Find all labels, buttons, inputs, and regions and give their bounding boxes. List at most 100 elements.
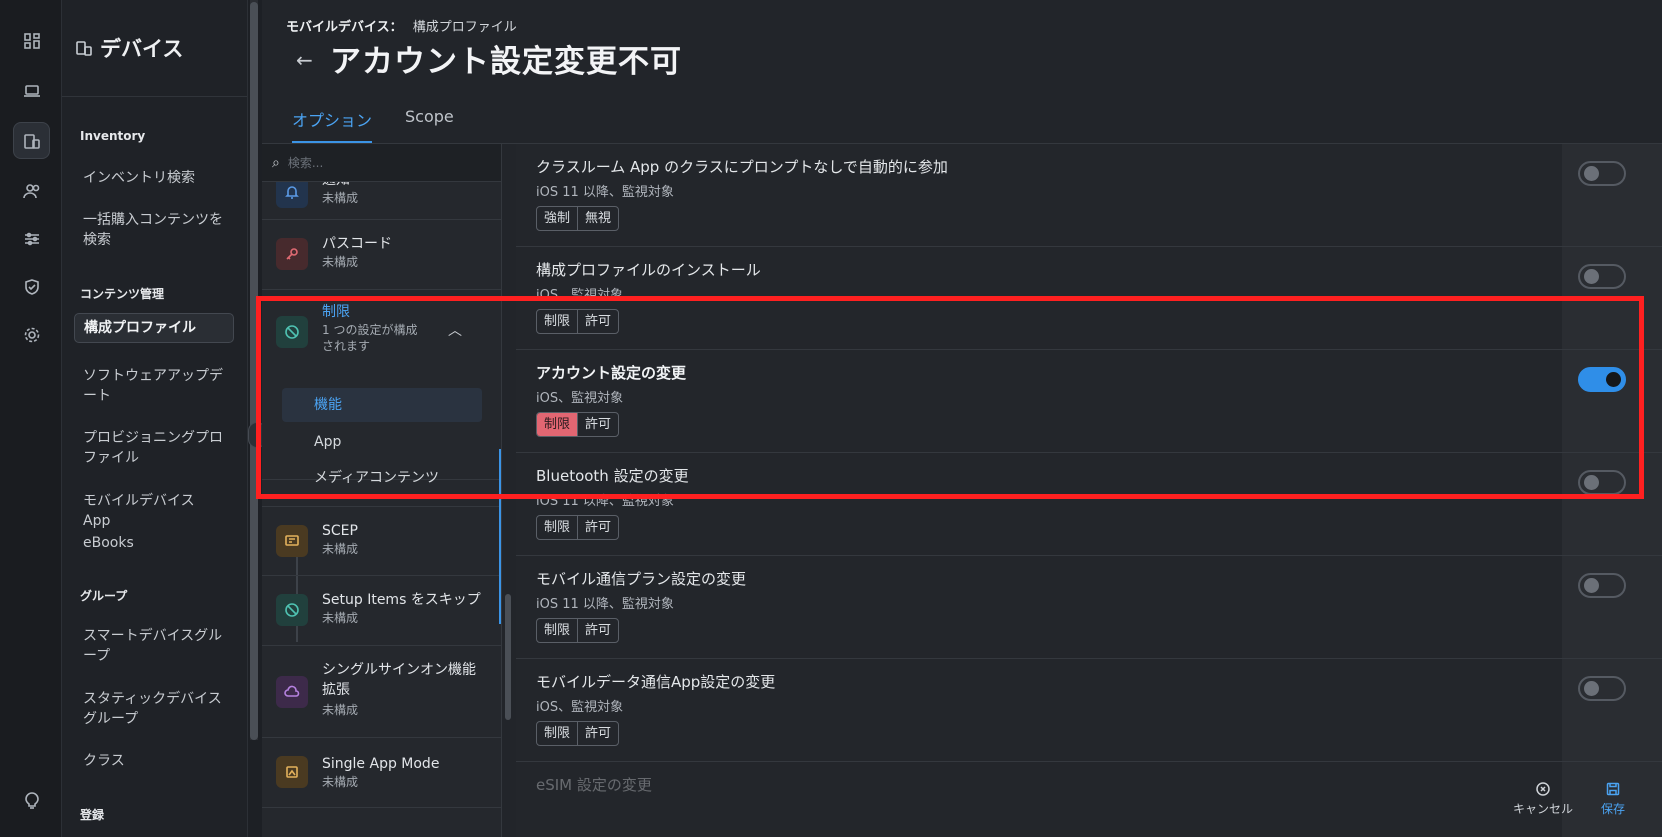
setting-row: モバイルデータ通信App設定の変更 iOS、監視対象 制限 許可 [516, 659, 1662, 762]
setting-row: モバイル通信プラン設定の変更 iOS 11 以降、監視対象 制限 許可 [516, 556, 1662, 659]
nav-item-config-profiles[interactable]: 構成プロファイル [74, 313, 234, 343]
segment-option-b[interactable]: 無視 [577, 207, 618, 230]
close-circle-icon [1536, 782, 1550, 796]
cancel-button[interactable]: キャンセル [1508, 782, 1578, 817]
nav-item-classes[interactable]: クラス [74, 747, 234, 775]
payload-scrollbar-thumb[interactable] [505, 594, 511, 720]
segment-option-b[interactable]: 許可 [577, 516, 618, 539]
setting-subtitle: iOS、監視対象 [536, 700, 624, 715]
setting-title: アカウント設定の変更 [536, 364, 687, 382]
segment-option-b[interactable]: 許可 [577, 619, 618, 642]
certificate-icon [276, 525, 308, 557]
save-label: 保存 [1600, 802, 1625, 816]
nav-title: デバイス [100, 37, 184, 61]
setting-toggle[interactable] [1578, 264, 1626, 289]
setting-row-account-settings: アカウント設定の変更 iOS、監視対象 制限 許可 [516, 350, 1662, 453]
search-icon: ⌕ [272, 154, 280, 171]
segment-option-a[interactable]: 強制 [537, 207, 577, 230]
nav-item-inventory-search[interactable]: インベントリ検索 [74, 164, 234, 192]
sliders-icon[interactable] [13, 220, 50, 257]
shield-icon[interactable] [13, 268, 50, 305]
payload-skip-setup[interactable]: Setup Items をスキップ 未構成 [262, 576, 501, 646]
section-content: コンテンツ管理 [80, 287, 165, 301]
nav-item-ebooks[interactable]: eBooks [74, 529, 234, 557]
setting-title: 構成プロファイルのインストール [536, 261, 761, 279]
setting-subtitle: iOS 11 以降、監視対象 [536, 494, 674, 509]
settings-panel: クラスルーム App のクラスにプロンプトなしで自動的に参加 iOS 11 以降… [516, 144, 1662, 837]
payload-name: Setup Items をスキップ [322, 592, 481, 608]
payload-status: 未構成 [322, 255, 359, 269]
setting-row: 構成プロファイルのインストール iOS、監視対象 制限 許可 [516, 247, 1662, 350]
prohibit-icon [276, 316, 308, 348]
payload-name: パスコード [322, 236, 392, 252]
setting-toggle[interactable] [1578, 573, 1626, 598]
setting-segment: 制限 許可 [536, 721, 620, 746]
active-payload-indicator [499, 449, 501, 624]
devices-icon [76, 41, 92, 56]
nav-scrollbar-thumb[interactable] [250, 2, 258, 740]
sub-item-app[interactable]: App [282, 425, 482, 459]
tab-scope[interactable]: Scope [405, 107, 454, 126]
payload-status: 未構成 [322, 542, 359, 556]
cancel-label: キャンセル [1512, 802, 1573, 816]
payload-passcode[interactable]: パスコード 未構成 [262, 220, 501, 290]
nav-item-static-groups[interactable]: スタティックデバイスグループ [74, 685, 234, 733]
setting-row: クラスルーム App のクラスにプロンプトなしで自動的に参加 iOS 11 以降… [516, 144, 1662, 247]
setting-row: eSIM 設定の変更 [516, 762, 1662, 837]
icon-rail [0, 0, 62, 837]
setting-segment: 制限 許可 [536, 515, 620, 540]
setting-toggle[interactable] [1578, 676, 1626, 701]
segment-option-a[interactable]: 制限 [537, 722, 577, 745]
segment-option-a[interactable]: 制限 [537, 413, 578, 436]
laptop-icon[interactable] [13, 72, 50, 109]
mobile-devices-icon[interactable] [13, 122, 50, 159]
nav-sidebar: デバイス Inventory インベントリ検索 一括購入コンテンツを検索 コンテ… [62, 0, 248, 837]
dashboard-icon[interactable] [13, 22, 50, 59]
setting-subtitle: iOS、監視対象 [536, 391, 624, 406]
section-groups: グループ [80, 589, 128, 603]
payload-name: Single App Mode [322, 756, 440, 772]
setting-segment: 強制 無視 [536, 206, 620, 231]
payload-single-app[interactable]: Single App Mode 未構成 [262, 738, 501, 808]
lightbulb-icon[interactable] [13, 782, 50, 819]
setting-title: クラスルーム App のクラスにプロンプトなしで自動的に参加 [536, 158, 948, 176]
tab-options[interactable]: オプション [292, 107, 372, 131]
segment-option-a[interactable]: 制限 [537, 619, 577, 642]
payload-status: 未構成 [322, 703, 359, 717]
setting-segment: 制限 許可 [536, 412, 620, 437]
segment-option-b[interactable]: 許可 [577, 722, 618, 745]
setting-toggle[interactable] [1578, 470, 1626, 495]
gear-icon[interactable] [13, 316, 50, 353]
payload-status: 未構成 [322, 775, 359, 789]
nav-item-smart-groups[interactable]: スマートデバイスグループ [74, 622, 234, 670]
payload-name: SCEP [322, 523, 358, 539]
users-icon[interactable] [13, 172, 50, 209]
setting-toggle[interactable] [1578, 161, 1626, 186]
setting-segment: 制限 許可 [536, 309, 620, 334]
active-tab-indicator [292, 141, 372, 143]
save-button[interactable]: 保存 [1578, 782, 1648, 817]
setting-row: Bluetooth 設定の変更 iOS 11 以降、監視対象 制限 許可 [516, 453, 1662, 556]
setting-title: Bluetooth 設定の変更 [536, 467, 689, 485]
nav-item-mobile-apps[interactable]: モバイルデバイス App [74, 487, 234, 535]
segment-option-a[interactable]: 制限 [537, 516, 577, 539]
sub-item-media[interactable]: メディアコンテンツ [282, 461, 482, 495]
segment-option-a[interactable]: 制限 [537, 310, 577, 333]
back-arrow-icon[interactable]: ← [296, 48, 313, 72]
chevron-up-icon[interactable]: ︿ [448, 320, 462, 340]
segment-option-b[interactable]: 許可 [577, 413, 618, 436]
nav-item-software-update[interactable]: ソフトウェアアップデート [74, 362, 234, 410]
save-icon [1606, 782, 1620, 796]
payload-scep[interactable]: SCEP 未構成 [262, 506, 501, 576]
setting-toggle[interactable] [1578, 367, 1626, 392]
sub-item-functionality[interactable]: 機能 [282, 388, 482, 422]
nav-item-provisioning[interactable]: プロビジョニングプロファイル [74, 424, 234, 472]
segment-option-b[interactable]: 許可 [577, 310, 618, 333]
section-enroll: 登録 [80, 808, 105, 822]
payload-search-input[interactable] [287, 155, 478, 170]
nav-item-bulk-search[interactable]: 一括購入コンテンツを検索 [74, 206, 234, 254]
breadcrumb-parent[interactable]: モバイルデバイス： [286, 20, 403, 35]
payload-sso[interactable]: シングルサインオン機能拡張 未構成 [262, 646, 501, 738]
setting-subtitle: iOS、監視対象 [536, 288, 624, 303]
payload-search: ⌕ [262, 144, 501, 182]
